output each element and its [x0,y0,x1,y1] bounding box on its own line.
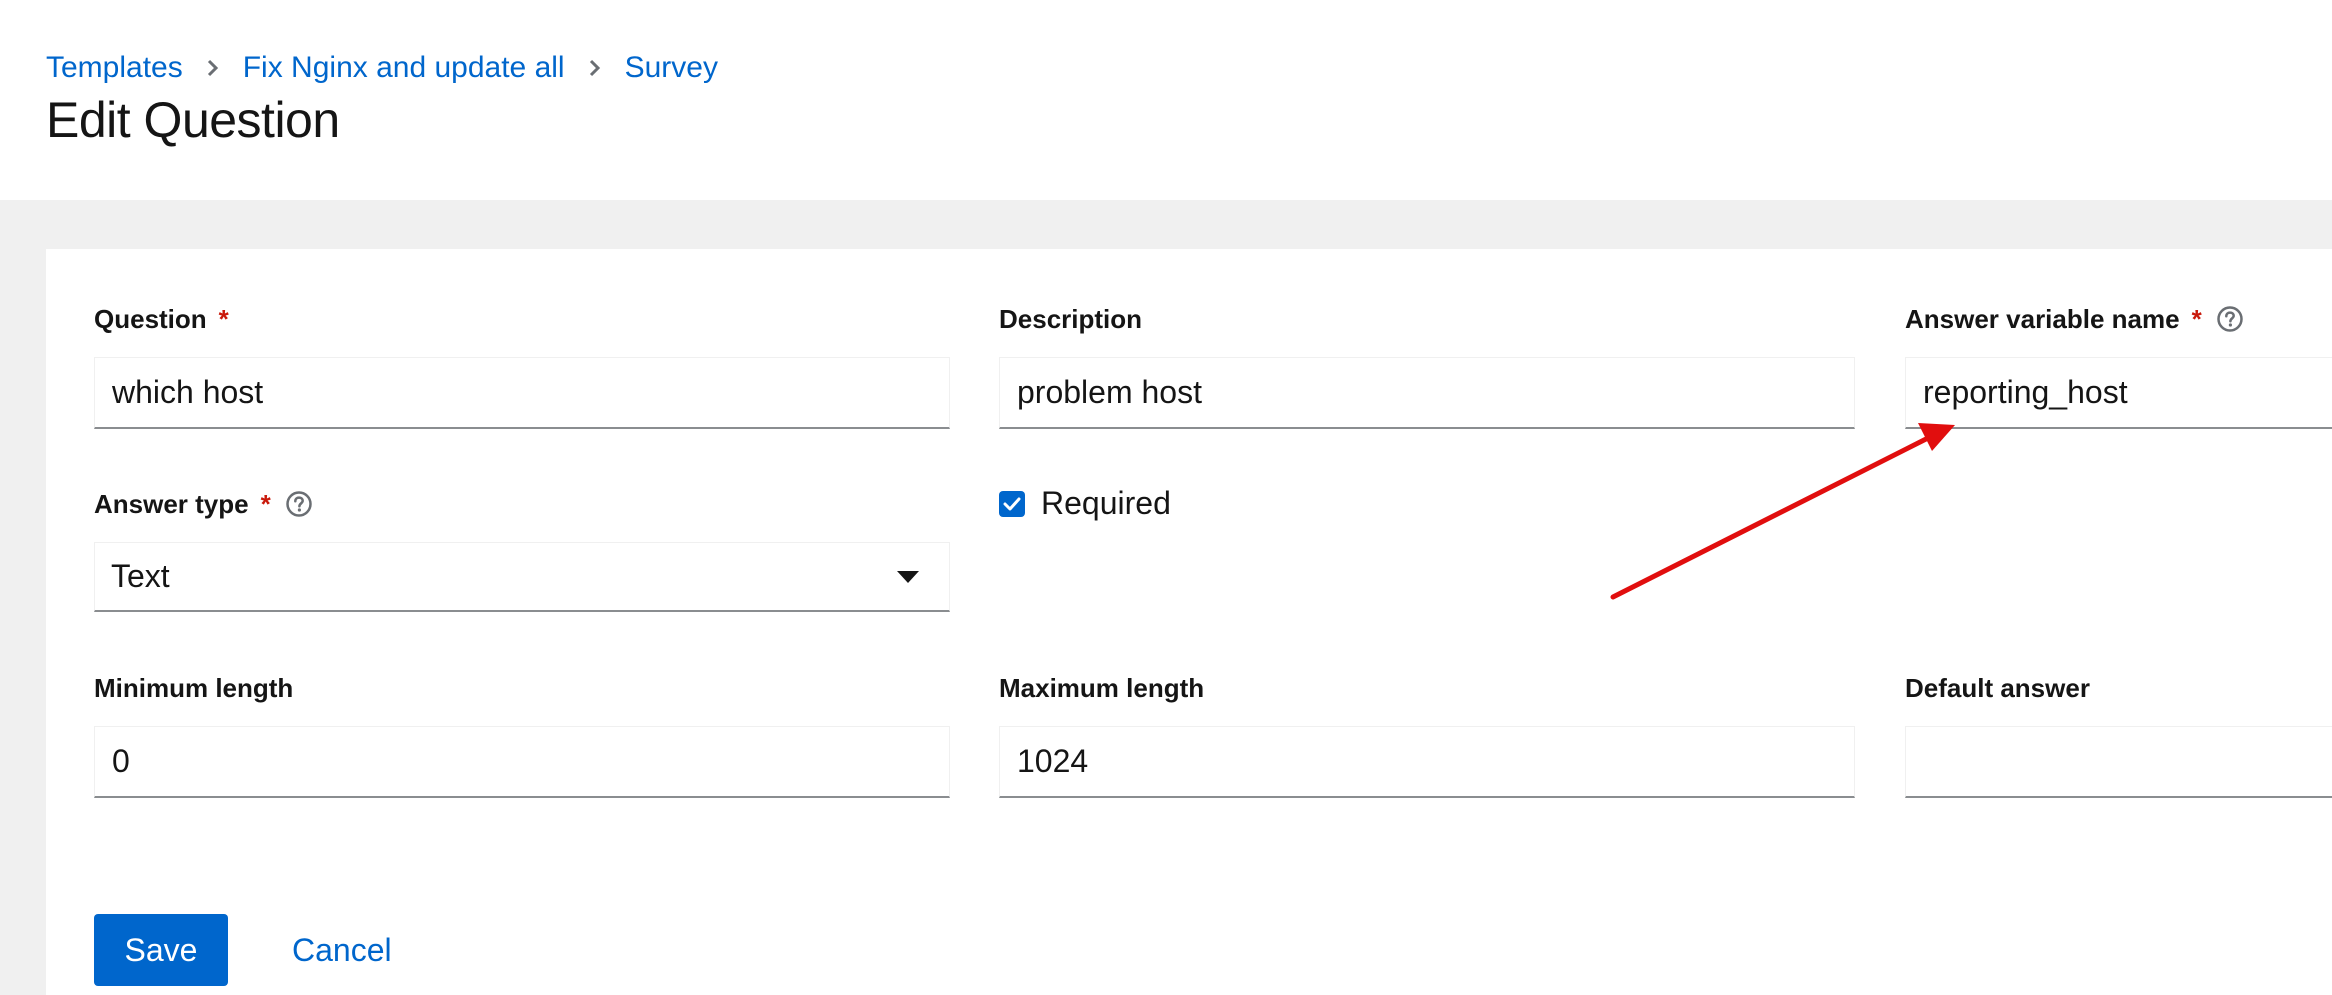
chevron-right-icon [183,48,243,88]
answer-type-select[interactable]: Text [94,542,950,612]
minimum-length-label: Minimum length [94,670,950,706]
question-field: Question * [94,301,950,429]
required-asterisk: * [2191,304,2202,334]
required-checkbox[interactable] [999,490,1025,517]
page-header: Templates Fix Nginx and update all Surve… [0,0,2332,200]
answer-type-field: Answer type * Text [94,486,950,612]
answer-variable-name-label: Answer variable name * [1905,301,2332,337]
save-button[interactable]: Save [94,914,228,986]
answer-type-label-text: Answer type [94,489,249,519]
question-label: Question * [94,301,950,337]
required-checkbox-row[interactable]: Required [999,485,1171,522]
default-answer-label-text: Default answer [1905,673,2090,703]
required-label: Required [1041,485,1171,521]
cancel-button[interactable]: Cancel [292,914,392,986]
breadcrumb-link-template[interactable]: Fix Nginx and update all [243,48,565,88]
maximum-length-label: Maximum length [999,670,1855,706]
required-asterisk: * [218,304,229,334]
minimum-length-input[interactable] [94,726,950,798]
caret-down-icon [897,570,919,583]
default-answer-field: Default answer [1905,670,2332,798]
minimum-length-field: Minimum length [94,670,950,798]
answer-type-label: Answer type * [94,486,950,522]
answer-type-value: Text [111,558,170,594]
maximum-length-field: Maximum length [999,670,1855,798]
breadcrumb-link-templates[interactable]: Templates [46,48,183,88]
question-circle-icon[interactable] [2216,305,2244,333]
breadcrumb-link-survey[interactable]: Survey [625,48,718,88]
check-icon [1003,497,1021,510]
default-answer-input[interactable] [1905,726,2332,798]
maximum-length-label-text: Maximum length [999,673,1205,703]
description-field: Description [999,301,1855,429]
chevron-right-icon [565,48,625,88]
answer-variable-name-input[interactable] [1905,357,2332,429]
answer-variable-name-field: Answer variable name * [1905,301,2332,429]
breadcrumb: Templates Fix Nginx and update all Surve… [46,48,718,88]
answer-variable-name-label-text: Answer variable name [1905,304,2180,334]
required-asterisk: * [260,489,271,519]
edit-question-form: Question * Description Answer variable n… [46,249,2332,995]
description-label: Description [999,301,1855,337]
question-circle-icon[interactable] [285,490,313,518]
description-label-text: Description [999,304,1143,334]
minimum-length-label-text: Minimum length [94,673,294,703]
question-input[interactable] [94,357,950,429]
description-input[interactable] [999,357,1855,429]
page-title: Edit Question [46,92,340,148]
default-answer-label: Default answer [1905,670,2332,706]
maximum-length-input[interactable] [999,726,1855,798]
question-label-text: Question [94,304,207,334]
